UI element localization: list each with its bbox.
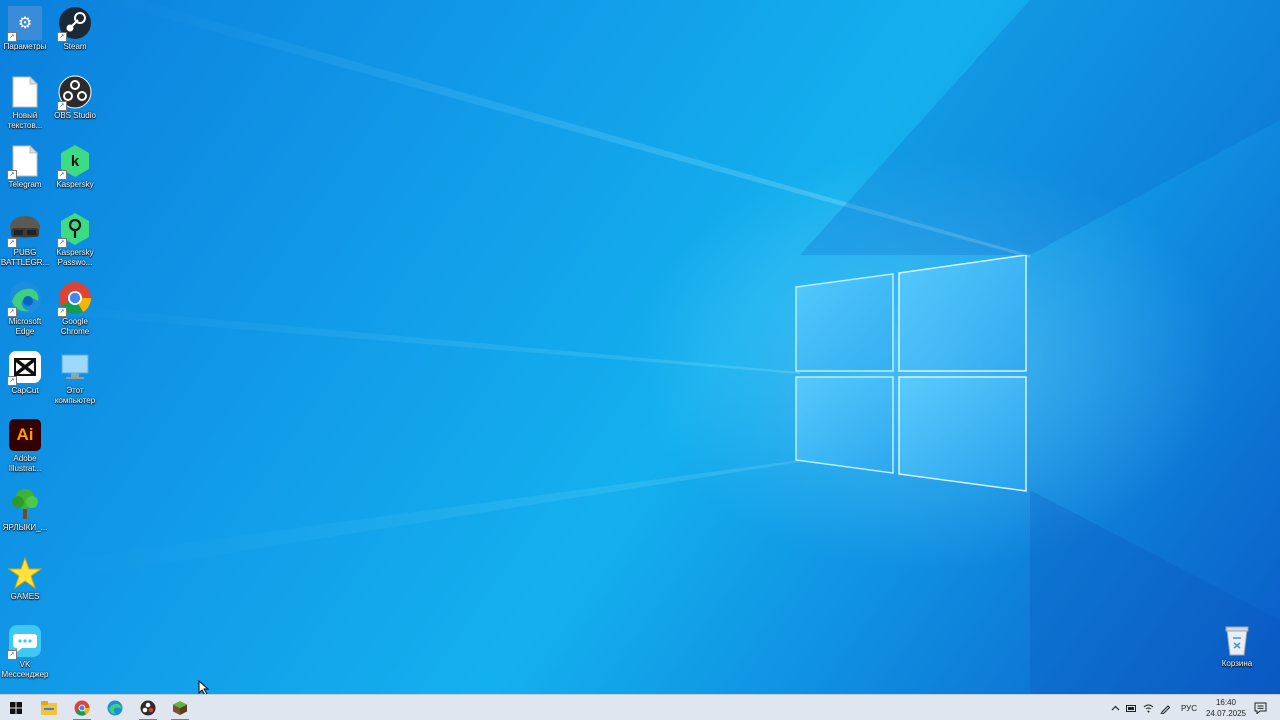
desktop-icon-games[interactable]: GAMES bbox=[0, 556, 50, 602]
document-icon: ↗ bbox=[7, 144, 42, 180]
notification-icon bbox=[1254, 702, 1266, 714]
wifi-icon bbox=[1143, 704, 1153, 713]
desktop-icon-shortcuts-folder[interactable]: ЯРЛЫКИ_... bbox=[0, 487, 50, 533]
desktop-icon-label: PUBG BATTLEGR... bbox=[0, 248, 50, 267]
star-icon bbox=[8, 556, 42, 590]
desktop-icon-label: Telegram bbox=[8, 180, 42, 189]
desktop-icon-label: CapCut bbox=[11, 386, 39, 395]
shortcut-arrow-icon: ↗ bbox=[7, 376, 17, 386]
edge-icon bbox=[107, 700, 123, 716]
taskbar-chrome[interactable] bbox=[67, 695, 97, 720]
start-button[interactable] bbox=[1, 695, 31, 720]
desktop-icon-settings[interactable]: ⚙ ↗ Параметры bbox=[0, 6, 50, 52]
desktop-icon-label: OBS Studio bbox=[54, 111, 96, 120]
steam-icon: ↗ bbox=[57, 6, 92, 42]
desktop-icon-new-text-document[interactable]: Новый текстов... bbox=[0, 75, 50, 130]
kaspersky-icon: k ↗ bbox=[57, 144, 92, 180]
taskbar: РУС 16:40 24.07.2025 bbox=[0, 694, 1280, 720]
chevron-up-icon bbox=[1111, 705, 1119, 711]
desktop-icon-obs-studio[interactable]: ↗ OBS Studio bbox=[50, 75, 100, 121]
shortcut-arrow-icon: ↗ bbox=[57, 32, 67, 42]
shortcut-arrow-icon: ↗ bbox=[7, 32, 17, 42]
shortcut-arrow-icon: ↗ bbox=[57, 170, 67, 180]
shortcut-arrow-icon: ↗ bbox=[7, 238, 17, 248]
tray-language[interactable]: РУС bbox=[1176, 695, 1202, 720]
desktop-icon-label: Новый текстов... bbox=[7, 111, 43, 130]
obs-icon: ↗ bbox=[57, 75, 92, 111]
desktop-wallpaper bbox=[0, 0, 1280, 694]
minecraft-icon bbox=[173, 701, 187, 715]
desktop-icon-label: Этот компьютер bbox=[54, 386, 96, 405]
desktop-icon-label: Корзина bbox=[1221, 659, 1253, 668]
windows-logo bbox=[795, 255, 1027, 492]
desktop-icon-label: VK Мессенджер bbox=[1, 660, 49, 679]
start-windows-icon bbox=[10, 702, 22, 714]
action-center-button[interactable] bbox=[1250, 695, 1270, 720]
file-explorer-icon bbox=[41, 701, 57, 715]
tray-overflow-chevron[interactable] bbox=[1108, 695, 1122, 720]
chrome-icon bbox=[74, 700, 90, 716]
desktop-icon-steam[interactable]: ↗ Steam bbox=[50, 6, 100, 52]
pubg-helmet-icon: ↗ bbox=[7, 212, 42, 248]
pen-icon bbox=[1159, 704, 1170, 714]
shortcut-arrow-icon: ↗ bbox=[57, 101, 67, 111]
capcut-icon: ↗ bbox=[7, 350, 42, 386]
desktop-icon-label: Microsoft Edge bbox=[8, 317, 42, 336]
desktop-icon-label: Параметры bbox=[3, 42, 47, 51]
tray-battery[interactable] bbox=[1124, 695, 1138, 720]
illustrator-glyph: Ai bbox=[9, 419, 41, 451]
wallpaper-light-beams bbox=[0, 0, 1280, 694]
text-document-icon bbox=[8, 75, 42, 109]
tray-clock[interactable]: 16:40 24.07.2025 bbox=[1206, 697, 1246, 719]
shortcut-arrow-icon: ↗ bbox=[7, 170, 17, 180]
desktop-icon-kaspersky-password-manager[interactable]: ↗ Kaspersky Passwo... bbox=[50, 212, 100, 267]
desktop-icon-label: Steam bbox=[63, 42, 87, 51]
recycle-bin-icon bbox=[1220, 623, 1254, 657]
desktop-icon-kaspersky[interactable]: k ↗ Kaspersky bbox=[50, 144, 100, 190]
desktop-icon-label: Kaspersky bbox=[56, 180, 94, 189]
desktop-icon-adobe-illustrator[interactable]: Ai Adobe Illustrat... bbox=[0, 418, 50, 473]
desktop-icon-vk-messenger[interactable]: ↗ VK Мессенджер bbox=[0, 624, 50, 679]
taskbar-obs[interactable] bbox=[133, 695, 163, 720]
desktop-icon-label: ЯРЛЫКИ_... bbox=[2, 523, 48, 532]
this-pc-icon bbox=[58, 350, 92, 384]
tray-network[interactable] bbox=[1141, 695, 1155, 720]
shortcut-arrow-icon: ↗ bbox=[7, 650, 17, 660]
desktop-icon-telegram[interactable]: ↗ Telegram bbox=[0, 144, 50, 190]
clock-date: 24.07.2025 bbox=[1205, 709, 1246, 718]
tray-pen[interactable] bbox=[1158, 695, 1172, 720]
taskbar-edge[interactable] bbox=[100, 695, 130, 720]
clock-time: 16:40 bbox=[1215, 698, 1236, 707]
desktop-icon-capcut[interactable]: ↗ CapCut bbox=[0, 350, 50, 396]
desktop-icon-microsoft-edge[interactable]: ↗ Microsoft Edge bbox=[0, 281, 50, 336]
desktop-icon-label: Google Chrome bbox=[60, 317, 90, 336]
desktop-icon-this-pc[interactable]: Этот компьютер bbox=[50, 350, 100, 405]
kaspersky-password-icon: ↗ bbox=[57, 212, 92, 248]
shortcut-arrow-icon: ↗ bbox=[57, 238, 67, 248]
shortcut-arrow-icon: ↗ bbox=[57, 307, 67, 317]
tree-icon bbox=[8, 487, 42, 521]
shortcut-arrow-icon: ↗ bbox=[7, 307, 17, 317]
obs-icon bbox=[140, 700, 156, 716]
desktop-icon-google-chrome[interactable]: ↗ Google Chrome bbox=[50, 281, 100, 336]
desktop-icon-recycle-bin[interactable]: Корзина bbox=[1212, 623, 1262, 669]
desktop-icon-pubg[interactable]: ↗ PUBG BATTLEGR... bbox=[0, 212, 50, 267]
battery-icon bbox=[1125, 704, 1136, 712]
vk-messenger-icon: ↗ bbox=[7, 624, 42, 660]
edge-icon: ↗ bbox=[7, 281, 42, 317]
desktop-icon-label: Adobe Illustrat... bbox=[8, 454, 42, 473]
settings-icon: ⚙ ↗ bbox=[7, 6, 42, 42]
kaspersky-glyph: k bbox=[70, 152, 80, 170]
taskbar-file-explorer[interactable] bbox=[34, 695, 64, 720]
taskbar-minecraft[interactable] bbox=[165, 695, 195, 720]
chrome-icon: ↗ bbox=[57, 281, 92, 317]
desktop-icon-label: GAMES bbox=[10, 592, 40, 601]
illustrator-icon: Ai bbox=[8, 418, 42, 452]
desktop-icon-label: Kaspersky Passwo... bbox=[56, 248, 94, 267]
